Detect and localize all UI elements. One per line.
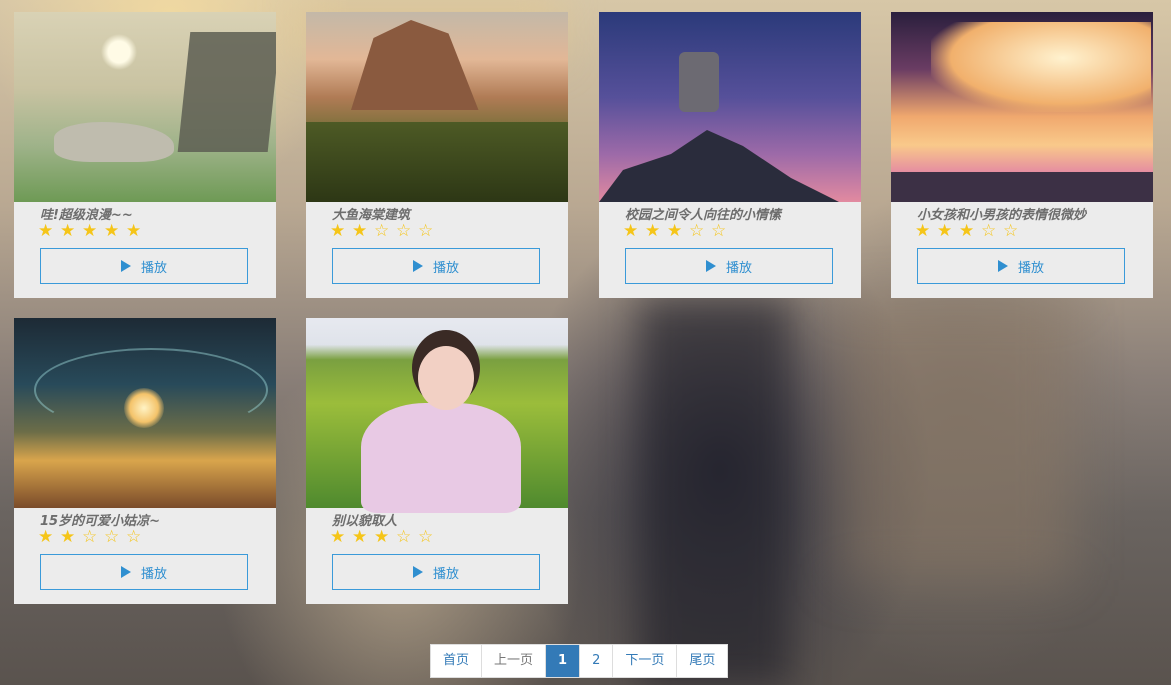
video-card: 15岁的可爱小姑凉~ ★ ★ ☆ ☆ ☆ 播放	[14, 318, 276, 604]
play-button-label: 播放	[432, 260, 459, 276]
video-card: 别以貌取人 ★ ★ ★ ☆ ☆ 播放	[306, 318, 568, 604]
video-thumbnail[interactable]	[14, 12, 276, 202]
star-icon: ☆	[711, 221, 727, 241]
star-icon: ☆	[981, 221, 997, 241]
star-icon: ★	[959, 221, 975, 241]
star-rating: ★ ★ ☆ ☆ ☆	[330, 221, 440, 241]
play-button-label: 播放	[725, 260, 752, 276]
star-icon: ★	[126, 221, 142, 241]
next-page-link[interactable]: 下一页	[613, 645, 678, 677]
video-card: 校园之间令人向往的小情愫 ★ ★ ★ ☆ ☆ 播放	[599, 12, 861, 298]
star-icon: ☆	[126, 527, 142, 547]
video-card: 哇!超级浪漫~~ ★ ★ ★ ★ ★ 播放	[14, 12, 276, 298]
star-icon: ★	[352, 527, 368, 547]
prev-page-link[interactable]: 上一页	[482, 645, 547, 677]
star-icon: ★	[60, 221, 76, 241]
video-card: 大鱼海棠建筑 ★ ★ ☆ ☆ ☆ 播放	[306, 12, 568, 298]
play-icon	[705, 260, 716, 272]
page-link-1[interactable]: 1	[546, 645, 581, 677]
star-icon: ★	[915, 221, 931, 241]
video-thumbnail[interactable]	[306, 318, 568, 513]
star-rating: ★ ★ ★ ★ ★	[38, 221, 148, 241]
star-icon: ★	[352, 221, 368, 241]
video-thumbnail[interactable]	[599, 12, 861, 202]
star-icon: ★	[330, 527, 346, 547]
play-button[interactable]: 播放	[40, 554, 248, 590]
star-icon: ☆	[82, 527, 98, 547]
star-rating: ★ ★ ☆ ☆ ☆	[38, 527, 148, 547]
background-blur	[840, 300, 1070, 580]
first-page-link[interactable]: 首页	[431, 645, 483, 677]
play-icon	[412, 566, 423, 578]
play-button-label: 播放	[432, 566, 459, 582]
star-icon: ★	[623, 221, 639, 241]
play-button[interactable]: 播放	[332, 248, 540, 284]
star-icon: ★	[667, 221, 683, 241]
star-icon: ★	[82, 221, 98, 241]
play-icon	[120, 260, 131, 272]
star-icon: ☆	[418, 527, 434, 547]
play-button[interactable]: 播放	[332, 554, 540, 590]
star-icon: ☆	[418, 221, 434, 241]
star-icon: ☆	[396, 221, 412, 241]
star-icon: ★	[330, 221, 346, 241]
star-rating: ★ ★ ★ ☆ ☆	[623, 221, 733, 241]
play-button-label: 播放	[140, 566, 167, 582]
star-icon: ★	[104, 221, 120, 241]
play-button-label: 播放	[140, 260, 167, 276]
play-button[interactable]: 播放	[625, 248, 833, 284]
video-thumbnail[interactable]	[14, 318, 276, 508]
star-rating: ★ ★ ★ ☆ ☆	[330, 527, 440, 547]
star-icon: ★	[937, 221, 953, 241]
play-button-label: 播放	[1017, 260, 1044, 276]
video-card: 小女孩和小男孩的表情很微妙 ★ ★ ★ ☆ ☆ 播放	[891, 12, 1153, 298]
star-icon: ☆	[689, 221, 705, 241]
pagination: 首页 上一页 1 2 下一页 尾页	[430, 644, 729, 678]
star-icon: ☆	[396, 527, 412, 547]
star-icon: ★	[374, 527, 390, 547]
star-icon: ★	[645, 221, 661, 241]
play-icon	[412, 260, 423, 272]
star-icon: ☆	[1003, 221, 1019, 241]
play-button[interactable]: 播放	[917, 248, 1125, 284]
star-icon: ☆	[104, 527, 120, 547]
last-page-link[interactable]: 尾页	[677, 645, 727, 677]
play-icon	[120, 566, 131, 578]
background-blur	[640, 300, 790, 685]
play-button[interactable]: 播放	[40, 248, 248, 284]
star-rating: ★ ★ ★ ☆ ☆	[915, 221, 1025, 241]
play-icon	[997, 260, 1008, 272]
video-thumbnail[interactable]	[891, 12, 1153, 202]
star-icon: ★	[38, 527, 54, 547]
video-thumbnail[interactable]	[306, 12, 568, 202]
star-icon: ★	[38, 221, 54, 241]
star-icon: ☆	[374, 221, 390, 241]
star-icon: ★	[60, 527, 76, 547]
page-link-2[interactable]: 2	[580, 645, 614, 677]
